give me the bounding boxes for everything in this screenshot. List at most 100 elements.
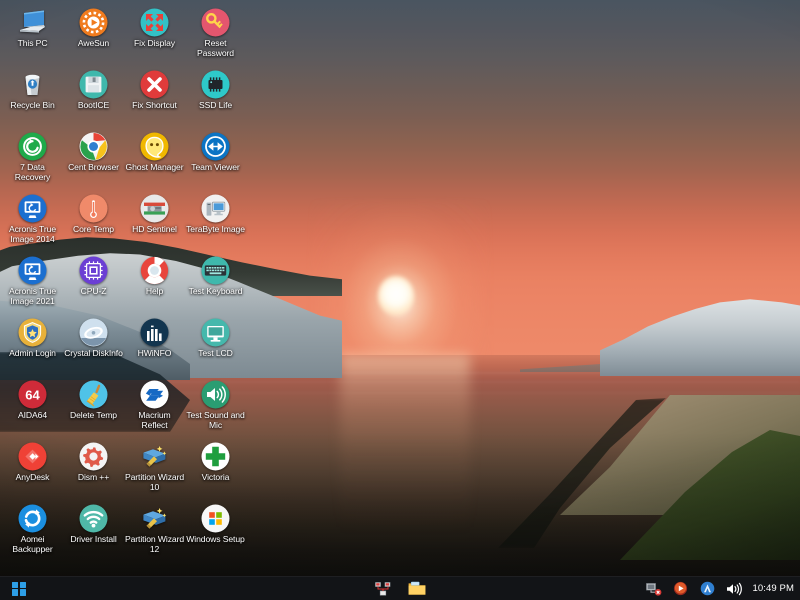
desktop-icon[interactable]: HD Sentinel xyxy=(124,190,185,252)
tray-icon-volume[interactable] xyxy=(726,580,744,598)
desktop-icon[interactable]: Team Viewer xyxy=(185,128,246,190)
desktop-icon[interactable]: Driver Install xyxy=(63,500,124,562)
desktop-icon-label: Partition Wizard 12 xyxy=(125,535,185,555)
desktop-icon[interactable]: Partition Wizard 12 xyxy=(124,500,185,562)
partition-wizard-icon xyxy=(140,503,170,533)
desktop-icon-label: Test Keyboard xyxy=(189,287,243,297)
windows-logo-icon xyxy=(201,503,231,533)
desktop-icon-label: Help xyxy=(146,287,163,297)
desktop-icon[interactable]: Delete Temp xyxy=(63,376,124,438)
desktop-icon[interactable]: Test LCD xyxy=(185,314,246,376)
wallpaper-sun xyxy=(378,276,414,316)
desktop-icon[interactable]: Core Temp xyxy=(63,190,124,252)
desktop-pc-icon xyxy=(201,193,231,223)
green-cross-icon xyxy=(201,441,231,471)
desktop-icon[interactable]: Victoria xyxy=(185,438,246,500)
acronis-backup-icon xyxy=(18,255,48,285)
desktop-icon[interactable]: Acronis True Image 2021 xyxy=(2,252,63,314)
desktop-icon-label: AIDA64 xyxy=(18,411,47,421)
desktop-icon-label: AweSun xyxy=(78,39,109,49)
speaker-volume-icon xyxy=(201,379,231,409)
keyboard-icon xyxy=(201,255,231,285)
desktop-icon-label: Test LCD xyxy=(198,349,233,359)
windows-logo-icon xyxy=(12,582,26,596)
shield-badge-icon xyxy=(18,317,48,347)
desktop-icon-label: Acronis True Image 2014 xyxy=(3,225,63,245)
chrome-browser-icon xyxy=(79,131,109,161)
taskbar-item-network-connections[interactable] xyxy=(374,580,392,598)
thermometer-icon xyxy=(79,193,109,223)
fix-display-arrows-icon xyxy=(140,7,170,37)
desktop-icon[interactable]: 64AIDA64 xyxy=(2,376,63,438)
desktop-icon-label: Fix Display xyxy=(134,39,175,49)
computer-monitor-icon xyxy=(18,7,48,37)
desktop-icon[interactable]: This PC xyxy=(2,4,63,66)
desktop-icon-label: AnyDesk xyxy=(16,473,50,483)
desktop-icon[interactable]: Ghost Manager xyxy=(124,128,185,190)
desktop-icon-label: 7 Data Recovery xyxy=(3,163,63,183)
hard-disk-icon xyxy=(140,193,170,223)
desktop-icon[interactable]: Reset Password xyxy=(185,4,246,66)
taskbar: 10:49 PM xyxy=(0,576,800,600)
desktop-icon[interactable]: Recycle Bin xyxy=(2,66,63,128)
sync-circle-icon xyxy=(18,503,48,533)
desktop-icon-label: Macrium Reflect xyxy=(125,411,185,431)
teamviewer-arrows-icon xyxy=(201,131,231,161)
taskbar-clock[interactable]: 10:49 PM xyxy=(753,583,794,594)
tray-icon-media-player[interactable] xyxy=(672,580,690,598)
desktop-icon[interactable]: CPU-Z xyxy=(63,252,124,314)
lifebuoy-icon xyxy=(140,255,170,285)
taskbar-item-file-explorer[interactable] xyxy=(408,580,426,598)
desktop-icon[interactable]: Acronis True Image 2014 xyxy=(2,190,63,252)
desktop-icon[interactable]: Fix Display xyxy=(124,4,185,66)
tray-icon-anydesk[interactable] xyxy=(699,580,717,598)
desktop-icon-label: Windows Setup xyxy=(186,535,244,545)
desktop-icon-label: HWiNFO xyxy=(138,349,172,359)
desktop-icon[interactable]: Fix Shortcut xyxy=(124,66,185,128)
network-disconnected-icon xyxy=(646,582,662,596)
desktop-icon-label: Victoria xyxy=(202,473,230,483)
gear-icon xyxy=(79,441,109,471)
desktop-icon[interactable]: AnyDesk xyxy=(2,438,63,500)
desktop-icon[interactable]: AweSun xyxy=(63,4,124,66)
desktop-icon[interactable]: Windows Setup xyxy=(185,500,246,562)
desktop-icon-label: Dism ++ xyxy=(78,473,109,483)
desktop-icon[interactable]: TeraByte Image xyxy=(185,190,246,252)
desktop-icon[interactable]: Aomei Backupper xyxy=(2,500,63,562)
desktop-icon[interactable]: Crystal DiskInfo xyxy=(63,314,124,376)
desktop-icon[interactable]: Test Keyboard xyxy=(185,252,246,314)
desktop-icon[interactable]: Dism ++ xyxy=(63,438,124,500)
desktop-icon[interactable]: HWiNFO xyxy=(124,314,185,376)
desktop-icon[interactable]: SSD Life xyxy=(185,66,246,128)
desktop-icon-label: Test Sound and Mic xyxy=(186,411,246,431)
desktop-icon[interactable]: Help xyxy=(124,252,185,314)
key-icon xyxy=(201,7,231,37)
desktop-icon-label: Crystal DiskInfo xyxy=(64,349,123,359)
desktop-icon-label: Cent Browser xyxy=(68,163,119,173)
desktop-icon[interactable]: Partition Wizard 10 xyxy=(124,438,185,500)
desktop-icon-label: Aomei Backupper xyxy=(3,535,63,555)
red-x-icon xyxy=(140,69,170,99)
speaker-icon xyxy=(726,582,743,596)
desktop-icon[interactable]: Test Sound and Mic xyxy=(185,376,246,438)
desktop-icon[interactable]: 7 Data Recovery xyxy=(2,128,63,190)
ghost-icon xyxy=(140,131,170,161)
crystal-diskinfo-icon xyxy=(79,317,109,347)
tray-icon-network-disconnected[interactable] xyxy=(645,580,663,598)
desktop-icon[interactable]: Macrium Reflect xyxy=(124,376,185,438)
wallpaper-sun-reflection xyxy=(340,355,470,535)
desktop-icon-label: Fix Shortcut xyxy=(132,101,177,111)
desktop-icon-label: Team Viewer xyxy=(191,163,239,173)
memory-chip-icon xyxy=(201,69,231,99)
anydesk-icon xyxy=(18,441,48,471)
lcd-monitor-icon xyxy=(201,317,231,347)
recovery-refresh-icon xyxy=(18,131,48,161)
awesun-sunburst-icon xyxy=(79,7,109,37)
desktop-icon-label: TeraByte Image xyxy=(186,225,245,235)
recycle-bin-icon xyxy=(18,69,48,99)
desktop-icon[interactable]: Cent Browser xyxy=(63,128,124,190)
start-button[interactable] xyxy=(10,580,28,598)
network-computers-icon xyxy=(375,582,391,596)
desktop-icon[interactable]: BootICE xyxy=(63,66,124,128)
desktop-icon[interactable]: Admin Login xyxy=(2,314,63,376)
